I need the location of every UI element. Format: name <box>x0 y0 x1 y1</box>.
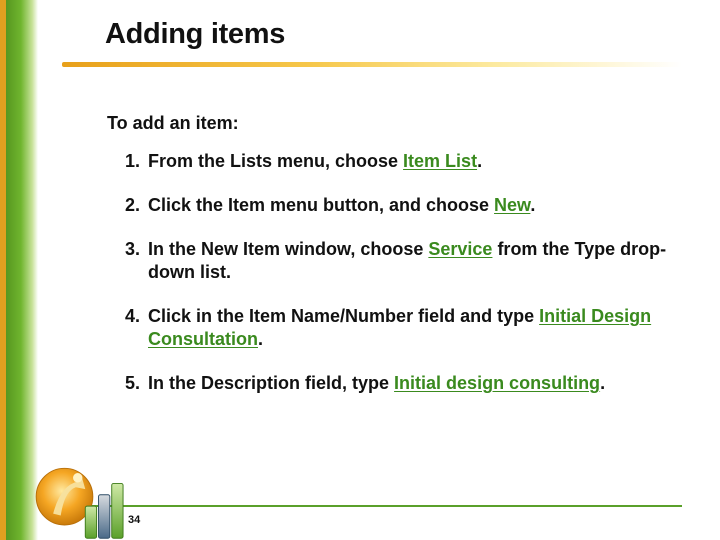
logo-icon <box>34 457 129 540</box>
footer-divider <box>62 505 682 507</box>
step-text-pre: In the Description field, type <box>148 373 394 393</box>
step-highlight: Service <box>428 239 492 259</box>
step-number: 4. <box>112 305 140 328</box>
step-number: 2. <box>112 194 140 217</box>
step-text-pre: Click in the Item Name/Number field and … <box>148 306 539 326</box>
list-item: 1. From the Lists menu, choose Item List… <box>112 150 682 173</box>
list-item: 2. Click the Item menu button, and choos… <box>112 194 682 217</box>
step-highlight: Initial design consulting <box>394 373 600 393</box>
step-text-post: . <box>530 195 535 215</box>
step-text-pre: In the New Item window, choose <box>148 239 428 259</box>
step-text-post: . <box>258 329 263 349</box>
step-text-pre: Click the Item menu button, and choose <box>148 195 494 215</box>
list-item: 4. Click in the Item Name/Number field a… <box>112 305 682 351</box>
step-text-pre: From the Lists menu, choose <box>148 151 403 171</box>
step-text-post: . <box>477 151 482 171</box>
step-highlight: Item List <box>403 151 477 171</box>
sidebar-decoration <box>0 0 38 540</box>
list-item: 5. In the Description field, type Initia… <box>112 372 682 395</box>
step-text-post: . <box>600 373 605 393</box>
steps-list: 1. From the Lists menu, choose Item List… <box>112 150 682 416</box>
page-number: 34 <box>128 514 140 526</box>
slide-title: Adding items <box>105 18 285 51</box>
title-divider <box>62 62 682 67</box>
step-number: 1. <box>112 150 140 173</box>
step-highlight: New <box>494 195 530 215</box>
step-number: 5. <box>112 372 140 395</box>
intro-text: To add an item: <box>107 113 239 134</box>
step-number: 3. <box>112 238 140 261</box>
list-item: 3. In the New Item window, choose Servic… <box>112 238 682 284</box>
